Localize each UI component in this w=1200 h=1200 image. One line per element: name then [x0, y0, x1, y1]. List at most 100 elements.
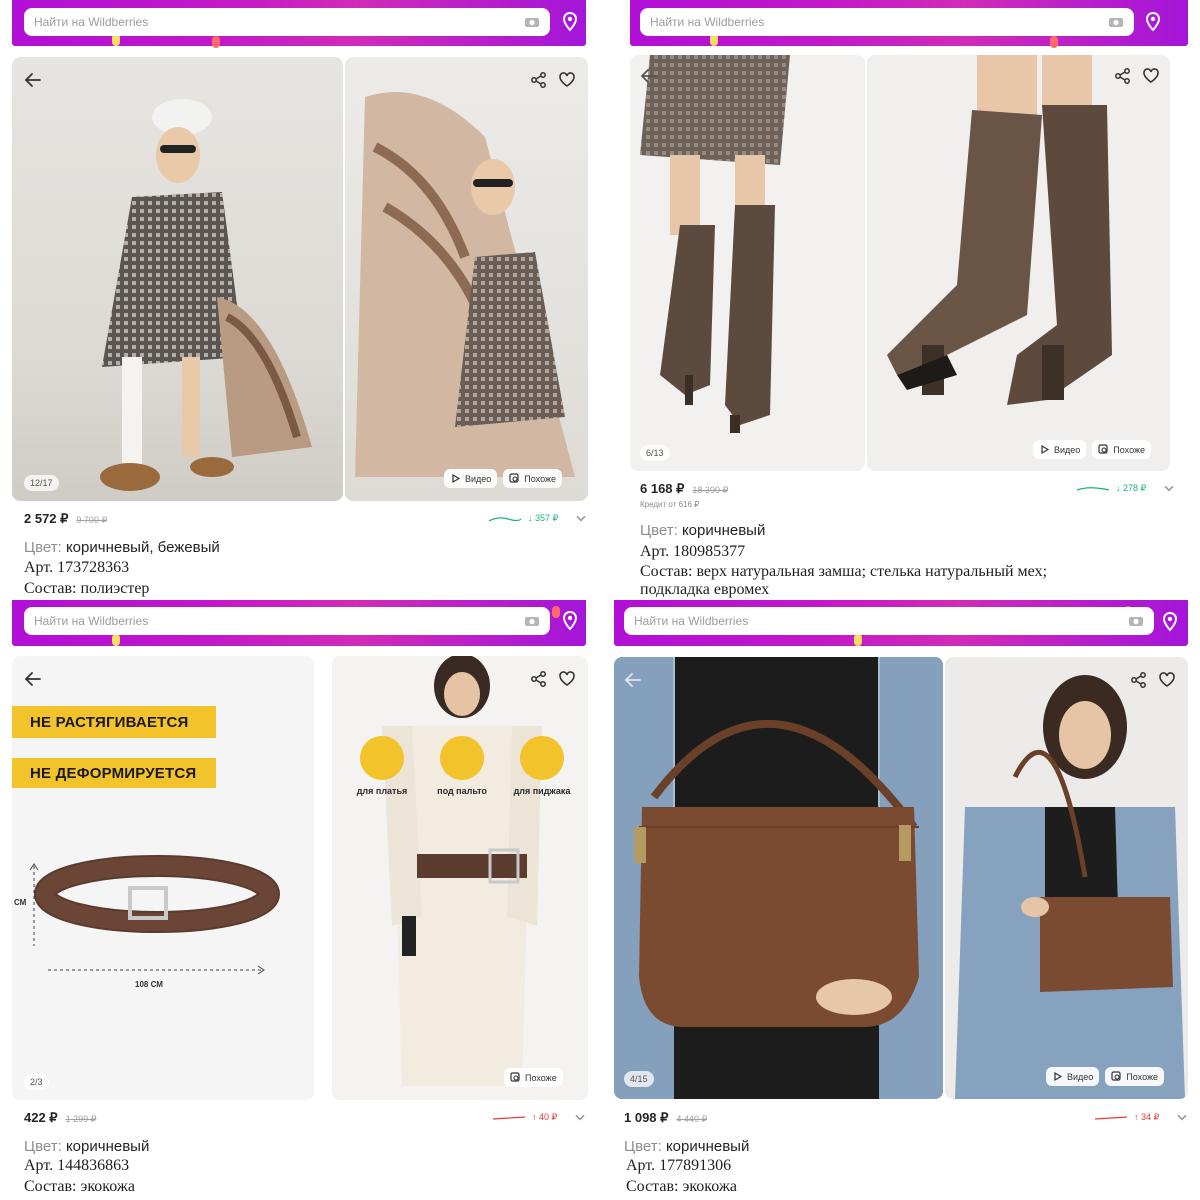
- location-pin-icon[interactable]: [562, 611, 578, 631]
- camera-icon[interactable]: [524, 615, 540, 627]
- color-value: коричневый: [681, 522, 766, 539]
- price-row: 6 168 ₽ 18 390 ₽: [640, 481, 728, 497]
- product-photo[interactable]: [867, 55, 1170, 471]
- similar-button[interactable]: Похоже: [1092, 440, 1151, 459]
- play-icon: [452, 473, 461, 484]
- usage-label: для платья: [356, 786, 408, 796]
- header-bar: [614, 600, 1188, 646]
- product-photo[interactable]: [630, 55, 865, 471]
- price-trend[interactable]: ↓ 278 ₽: [1076, 483, 1186, 494]
- color-label: Цвет:: [640, 522, 678, 539]
- product-gallery[interactable]: НЕ РАСТЯГИВАЕТСЯ НЕ ДЕФОРМИРУЕТСЯ СМ 108…: [12, 656, 588, 1100]
- product-gallery[interactable]: 6/13 Видео Похоже: [630, 55, 1170, 471]
- video-button[interactable]: Видео: [1046, 1067, 1100, 1086]
- old-price: 18 390 ₽: [692, 485, 729, 495]
- similar-search-icon: [1098, 444, 1108, 454]
- location-pin-icon[interactable]: [1162, 612, 1178, 632]
- usage-label: для пиджака: [513, 786, 571, 796]
- heart-icon[interactable]: [558, 670, 576, 688]
- composition: Состав: экокожа: [24, 1178, 136, 1195]
- search-field[interactable]: [24, 8, 550, 36]
- image-counter: 12/17: [24, 475, 59, 491]
- video-button[interactable]: Видео: [444, 469, 498, 488]
- media-chips: Видео Похоже: [1033, 440, 1151, 459]
- search-input[interactable]: [34, 614, 524, 628]
- product-card-dress: 12/17 Видео Похоже 2 572 ₽ 9 700 ₽ ↓ 357…: [0, 0, 600, 600]
- back-arrow-icon[interactable]: [24, 670, 42, 688]
- color-label: Цвет:: [24, 1138, 62, 1155]
- price-trend[interactable]: ↑ 34 ₽: [1094, 1112, 1199, 1123]
- dress-fur-photo-illustration: [355, 92, 575, 477]
- share-icon[interactable]: [1114, 67, 1132, 85]
- usage-label: под пальто: [437, 786, 487, 796]
- price-history-sparkline: [492, 1115, 526, 1120]
- play-icon: [1041, 444, 1050, 455]
- heart-icon[interactable]: [558, 71, 576, 89]
- similar-search-icon: [509, 473, 519, 483]
- camera-icon[interactable]: [524, 16, 540, 28]
- chevron-down-icon: [1164, 485, 1174, 491]
- composition: Состав: полиэстер: [24, 580, 150, 597]
- similar-label: Похоже: [524, 473, 556, 484]
- boots-closeup-photo-illustration: [887, 55, 1112, 405]
- price-trend[interactable]: ↓ 357 ₽: [488, 513, 598, 524]
- dress-icon: [360, 736, 404, 780]
- video-label: Видео: [465, 473, 492, 484]
- product-photo[interactable]: [345, 57, 588, 501]
- search-field[interactable]: [624, 607, 1154, 635]
- decor-icon: [552, 606, 560, 618]
- camera-icon[interactable]: [1128, 615, 1144, 627]
- decor-icon: [1050, 36, 1058, 48]
- back-arrow-icon[interactable]: [640, 67, 658, 85]
- decor-icon: [112, 634, 120, 646]
- share-icon[interactable]: [530, 670, 548, 688]
- price: 2 572 ₽: [24, 511, 69, 526]
- similar-button[interactable]: Похоже: [503, 469, 562, 488]
- product-photo[interactable]: для платья под пальто для пиджака: [332, 656, 588, 1100]
- composition: Состав: верх натуральная замша; стелька …: [640, 563, 1048, 598]
- price-row: 2 572 ₽ 9 700 ₽: [24, 511, 107, 527]
- back-arrow-icon[interactable]: [624, 671, 642, 689]
- back-arrow-icon[interactable]: [24, 71, 42, 89]
- article-number: Арт. 144836863: [24, 1157, 130, 1174]
- search-field[interactable]: [640, 8, 1134, 36]
- header-bar: [12, 600, 586, 646]
- video-button[interactable]: Видео: [1033, 440, 1087, 459]
- price-trend[interactable]: ↑ 40 ₽: [492, 1112, 597, 1123]
- dimension-length-label: 108 СМ: [135, 980, 163, 989]
- chevron-down-icon: [575, 1114, 585, 1120]
- search-input[interactable]: [34, 15, 524, 29]
- product-photo[interactable]: НЕ РАСТЯГИВАЕТСЯ НЕ ДЕФОРМИРУЕТСЯ СМ 108…: [12, 656, 314, 1100]
- belt-product-illustration: [29, 855, 280, 975]
- search-field[interactable]: [24, 607, 550, 635]
- product-gallery[interactable]: 12/17 Видео Похоже: [12, 57, 588, 501]
- product-photo[interactable]: [945, 657, 1188, 1099]
- boots-legs-photo-illustration: [640, 55, 790, 433]
- camera-icon[interactable]: [1108, 16, 1124, 28]
- heart-icon[interactable]: [1158, 671, 1176, 689]
- dress-photo-illustration: [100, 99, 312, 491]
- color-value: коричневый: [65, 1138, 150, 1155]
- product-photo[interactable]: [614, 657, 943, 1099]
- share-icon[interactable]: [1130, 671, 1148, 689]
- product-photo[interactable]: [12, 57, 343, 501]
- color-label: Цвет:: [624, 1138, 662, 1155]
- share-icon[interactable]: [530, 71, 548, 89]
- video-label: Видео: [1067, 1071, 1094, 1082]
- similar-search-icon: [510, 1072, 520, 1082]
- media-chips: Похоже: [504, 1068, 563, 1087]
- location-pin-icon[interactable]: [1145, 12, 1161, 32]
- location-pin-icon[interactable]: [562, 12, 578, 32]
- video-label: Видео: [1054, 444, 1081, 455]
- similar-button[interactable]: Похоже: [1105, 1067, 1164, 1086]
- old-price: 9 700 ₽: [76, 515, 108, 525]
- product-gallery[interactable]: 4/15 Видео Похоже: [614, 657, 1188, 1099]
- heart-icon[interactable]: [1142, 67, 1160, 85]
- similar-label: Похоже: [1126, 1071, 1158, 1082]
- search-input[interactable]: [634, 614, 1128, 628]
- credit-offer[interactable]: Кредит от 616 ₽: [640, 500, 699, 509]
- old-price: 1 299 ₽: [65, 1114, 97, 1124]
- search-input[interactable]: [650, 15, 1108, 29]
- similar-button[interactable]: Похоже: [504, 1068, 563, 1087]
- color-value: коричневый: [665, 1138, 750, 1155]
